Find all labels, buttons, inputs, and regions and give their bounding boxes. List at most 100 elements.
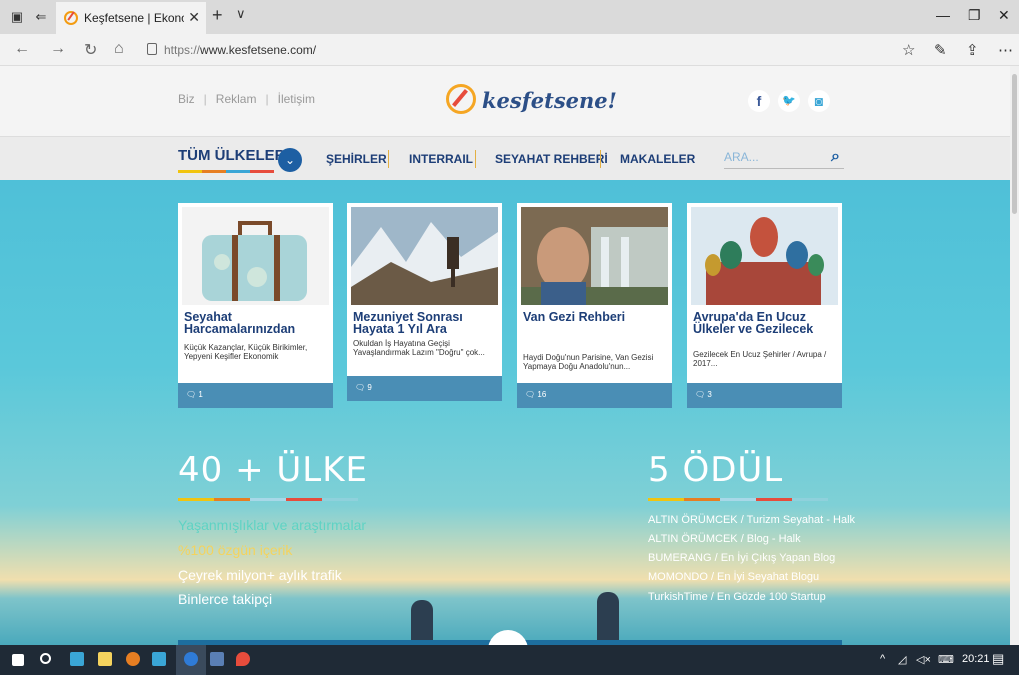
home-icon[interactable]: ⌂ [114, 40, 124, 58]
suitcase-image [182, 207, 329, 305]
countries-stat-title: 40 + ÜLKE [178, 450, 368, 490]
compass-logo-icon [446, 84, 476, 114]
waterfall-selfie-image [521, 207, 668, 305]
person-silhouette [411, 600, 433, 645]
link-iletisim[interactable]: İletişim [278, 92, 315, 106]
nav-seyahat-rehberi[interactable]: SEYAHAT REHBERİ [495, 152, 608, 166]
card-title: Van Gezi Rehberi [523, 310, 626, 324]
notifications-icon[interactable]: ▤ [992, 651, 1004, 667]
main-navigation: TÜM ÜLKELER ⌄ ŞEHİRLER INTERRAIL SEYAHAT… [0, 136, 1010, 180]
award-item: ALTIN ÖRÜMCEK / Turizm Seyahat - Halk [648, 514, 856, 526]
cathedral-image [691, 207, 838, 305]
twitter-icon[interactable]: 🐦 [778, 90, 800, 112]
award-item: ALTIN ÖRÜMCEK / Blog - Halk [648, 533, 801, 545]
card-footer: 🗨 3 [687, 383, 842, 408]
start-icon[interactable] [12, 654, 24, 666]
clock-time[interactable]: 20:21 [962, 653, 990, 665]
card-description: Küçük Kazançlar, Küçük Birikimler, Yepye… [184, 343, 308, 361]
card-footer: 🗨 1 [178, 383, 333, 408]
award-item: BUMERANG / En İyi Çıkış Yapan Blog [648, 552, 836, 564]
article-card[interactable]: Van Gezi Rehberi Haydi Doğu'nun Parisine… [517, 203, 672, 408]
more-icon[interactable]: ⋯ [998, 41, 1013, 59]
site-header: Biz | Reklam | İletişim kesfetsene! f 🐦 ◙ [0, 66, 1010, 136]
new-tab-icon[interactable]: + [212, 5, 223, 26]
tab-actions-icon[interactable]: ▣ [6, 6, 28, 28]
comment-count: 🗨 16 [525, 390, 547, 399]
nav-interrail[interactable]: INTERRAIL [409, 152, 473, 166]
mountain-hiker-image [351, 207, 498, 305]
awards-stat-title: 5 ÖDÜL [648, 450, 784, 490]
instagram-icon[interactable]: ◙ [808, 90, 830, 112]
card-title: Avrupa'da En Ucuz Ülkeler ve Gezilecek [693, 310, 814, 336]
nav-underline [178, 170, 274, 173]
tab-list-chevron-icon[interactable]: ∨ [236, 6, 246, 22]
volume-icon[interactable]: ◁× [916, 653, 931, 666]
tray-chevron-icon[interactable]: ^ [880, 653, 885, 665]
top-links: Biz | Reklam | İletişim [178, 92, 315, 106]
back-icon[interactable]: ← [14, 40, 30, 58]
article-card[interactable]: Avrupa'da En Ucuz Ülkeler ve Gezilecek G… [687, 203, 842, 408]
search-icon[interactable]: ⌕ [831, 148, 840, 166]
article-card[interactable]: Mezuniyet Sonrası Hayata 1 Yıl Ara Okuld… [347, 203, 502, 401]
search-taskbar-icon[interactable] [40, 653, 51, 664]
compass-badge-icon [488, 630, 528, 645]
edge-icon[interactable] [184, 652, 198, 666]
card-title: Seyahat Harcamalarınızdan [184, 310, 296, 336]
pen-icon[interactable]: ✎ [934, 41, 947, 59]
network-icon[interactable]: ◿ [898, 653, 906, 666]
address-field[interactable]: https://www.kesfetsene.com/ [164, 43, 316, 57]
countries-stat-item: %100 özgün içerik [178, 542, 293, 558]
keyboard-icon[interactable]: ⌨ [938, 653, 954, 666]
nav-divider [600, 150, 601, 168]
chevron-down-icon[interactable]: ⌄ [278, 148, 302, 172]
forward-icon[interactable]: → [50, 40, 66, 58]
search-placeholder: ARA... [724, 150, 759, 164]
countries-stat-item: Binlerce takipçi [178, 591, 273, 607]
set-aside-tabs-icon[interactable]: ⇐ [30, 6, 52, 28]
file-explorer-icon[interactable] [98, 652, 112, 666]
favorites-icon[interactable]: ☆ [902, 41, 915, 59]
nav-divider [475, 150, 476, 168]
browser-tab-bar: ▣ ⇐ Keşfetsene | Ekonomik S ✕ + ∨ — ❐ ✕ [0, 0, 1019, 34]
tab-title: Keşfetsene | Ekonomik S [84, 11, 184, 25]
link-reklam[interactable]: Reklam [216, 92, 257, 106]
windows-taskbar: ^ ◿ ◁× ⌨ 20:21 ▤ [0, 645, 1019, 675]
hero-section: Seyahat Harcamalarınızdan Küçük Kazançla… [0, 180, 1010, 645]
comment-count: 🗨 9 [355, 383, 372, 392]
article-card[interactable]: Seyahat Harcamalarınızdan Küçük Kazançla… [178, 203, 333, 408]
facebook-icon[interactable]: f [748, 90, 770, 112]
app-icon[interactable] [210, 652, 224, 666]
window-close-icon[interactable]: ✕ [998, 7, 1010, 24]
task-view-icon[interactable] [70, 652, 84, 666]
nav-all-countries[interactable]: TÜM ÜLKELER [178, 147, 286, 164]
card-description: Gezilecek En Ucuz Şehirler / Avrupa / 20… [693, 350, 827, 368]
share-icon[interactable]: ⇪ [966, 41, 979, 59]
close-tab-icon[interactable]: ✕ [188, 9, 200, 26]
site-favicon-icon [64, 11, 78, 25]
comment-count: 🗨 1 [186, 390, 203, 399]
address-toolbar: ← → ↻ ⌂ https://www.kesfetsene.com/ ☆ ✎ … [0, 34, 1019, 66]
logo-text: kesfetsene! [482, 88, 617, 113]
stat-divider [178, 498, 358, 501]
card-title: Mezuniyet Sonrası Hayata 1 Yıl Ara [353, 310, 463, 336]
nav-divider [388, 150, 389, 168]
nav-makaleler[interactable]: MAKALELER [620, 152, 695, 166]
store-icon[interactable] [152, 652, 166, 666]
card-description: Haydi Doğu'nun Parisine, Van Gezisi Yapm… [523, 353, 654, 371]
link-biz[interactable]: Biz [178, 92, 195, 106]
person-silhouette [597, 592, 619, 645]
maps-icon[interactable] [236, 652, 250, 666]
search-input[interactable]: ARA... ⌕ [724, 148, 844, 169]
refresh-icon[interactable]: ↻ [84, 40, 97, 60]
scroll-thumb[interactable] [1012, 74, 1017, 214]
nav-sehirler[interactable]: ŞEHİRLER [326, 152, 387, 166]
chrome-icon[interactable] [126, 652, 140, 666]
countries-stat-item: Yaşanmışlıklar ve araştırmalar [178, 517, 367, 533]
browser-tab[interactable]: Keşfetsene | Ekonomik S ✕ [56, 2, 206, 34]
page-scrollbar[interactable] [1010, 66, 1019, 645]
countries-stat-item: Çeyrek milyon+ aylık trafik [178, 567, 342, 583]
minimize-icon[interactable]: — [936, 7, 950, 23]
lock-icon [147, 43, 157, 55]
award-item: MOMONDO / En İyi Seyahat Blogu [648, 571, 820, 583]
restore-icon[interactable]: ❐ [968, 7, 981, 24]
